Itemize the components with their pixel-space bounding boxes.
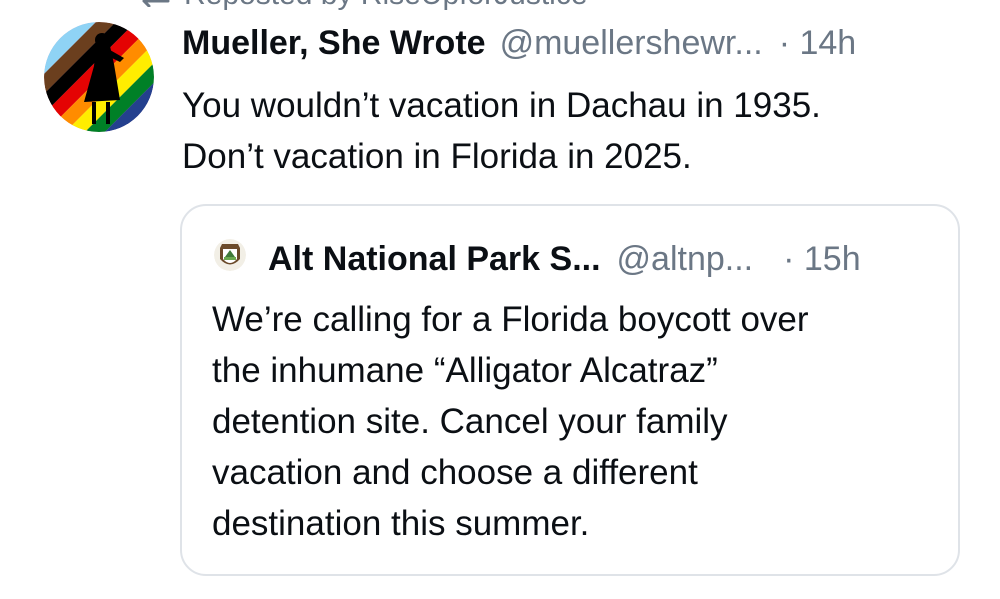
post-body: You wouldn’t vacation in Dachau in 1935.… [182,80,972,182]
repost-indicator[interactable]: Reposted by RiseUpforJustice [140,0,588,12]
post-header: Mueller, She Wrote @muellershewr... · 14… [182,24,856,68]
quoted-author-handle[interactable]: @altnp... [617,240,754,279]
quoted-post-body: We’re calling for a Florida boycott over… [212,294,942,549]
quoted-post-header: Alt National Park S... @altnp... · 15h [268,240,861,284]
quoted-text-line: the inhumane “Alligator Alcatraz” [212,351,718,390]
repost-icon [142,0,170,7]
repost-label: Reposted by RiseUpforJustice [184,0,588,12]
quoted-text-line: detention site. Cancel your family [212,402,728,441]
quoted-text-line: We’re calling for a Florida boycott over [212,300,809,339]
author-name[interactable]: Mueller, She Wrote [182,24,486,63]
post-text-line: Don’t vacation in Florida in 2025. [182,137,692,176]
quoted-text-line: vacation and choose a different [212,453,698,492]
park-badge-avatar-icon [214,239,246,271]
author-avatar[interactable] [44,22,154,132]
post-text-line: You wouldn’t vacation in Dachau in 1935. [182,86,821,125]
quoted-post-card[interactable]: Alt National Park S... @altnp... · 15h W… [180,204,960,576]
quoted-post-timestamp[interactable]: · 15h [783,240,861,279]
quoted-text-line: destination this summer. [212,504,590,543]
post-timestamp[interactable]: · 14h [779,24,857,63]
author-handle[interactable]: @muellershewr... [500,24,763,63]
quoted-author-name[interactable]: Alt National Park S... [268,240,601,279]
quoted-author-avatar[interactable] [214,239,246,271]
rainbow-silhouette-avatar-icon [44,22,154,132]
